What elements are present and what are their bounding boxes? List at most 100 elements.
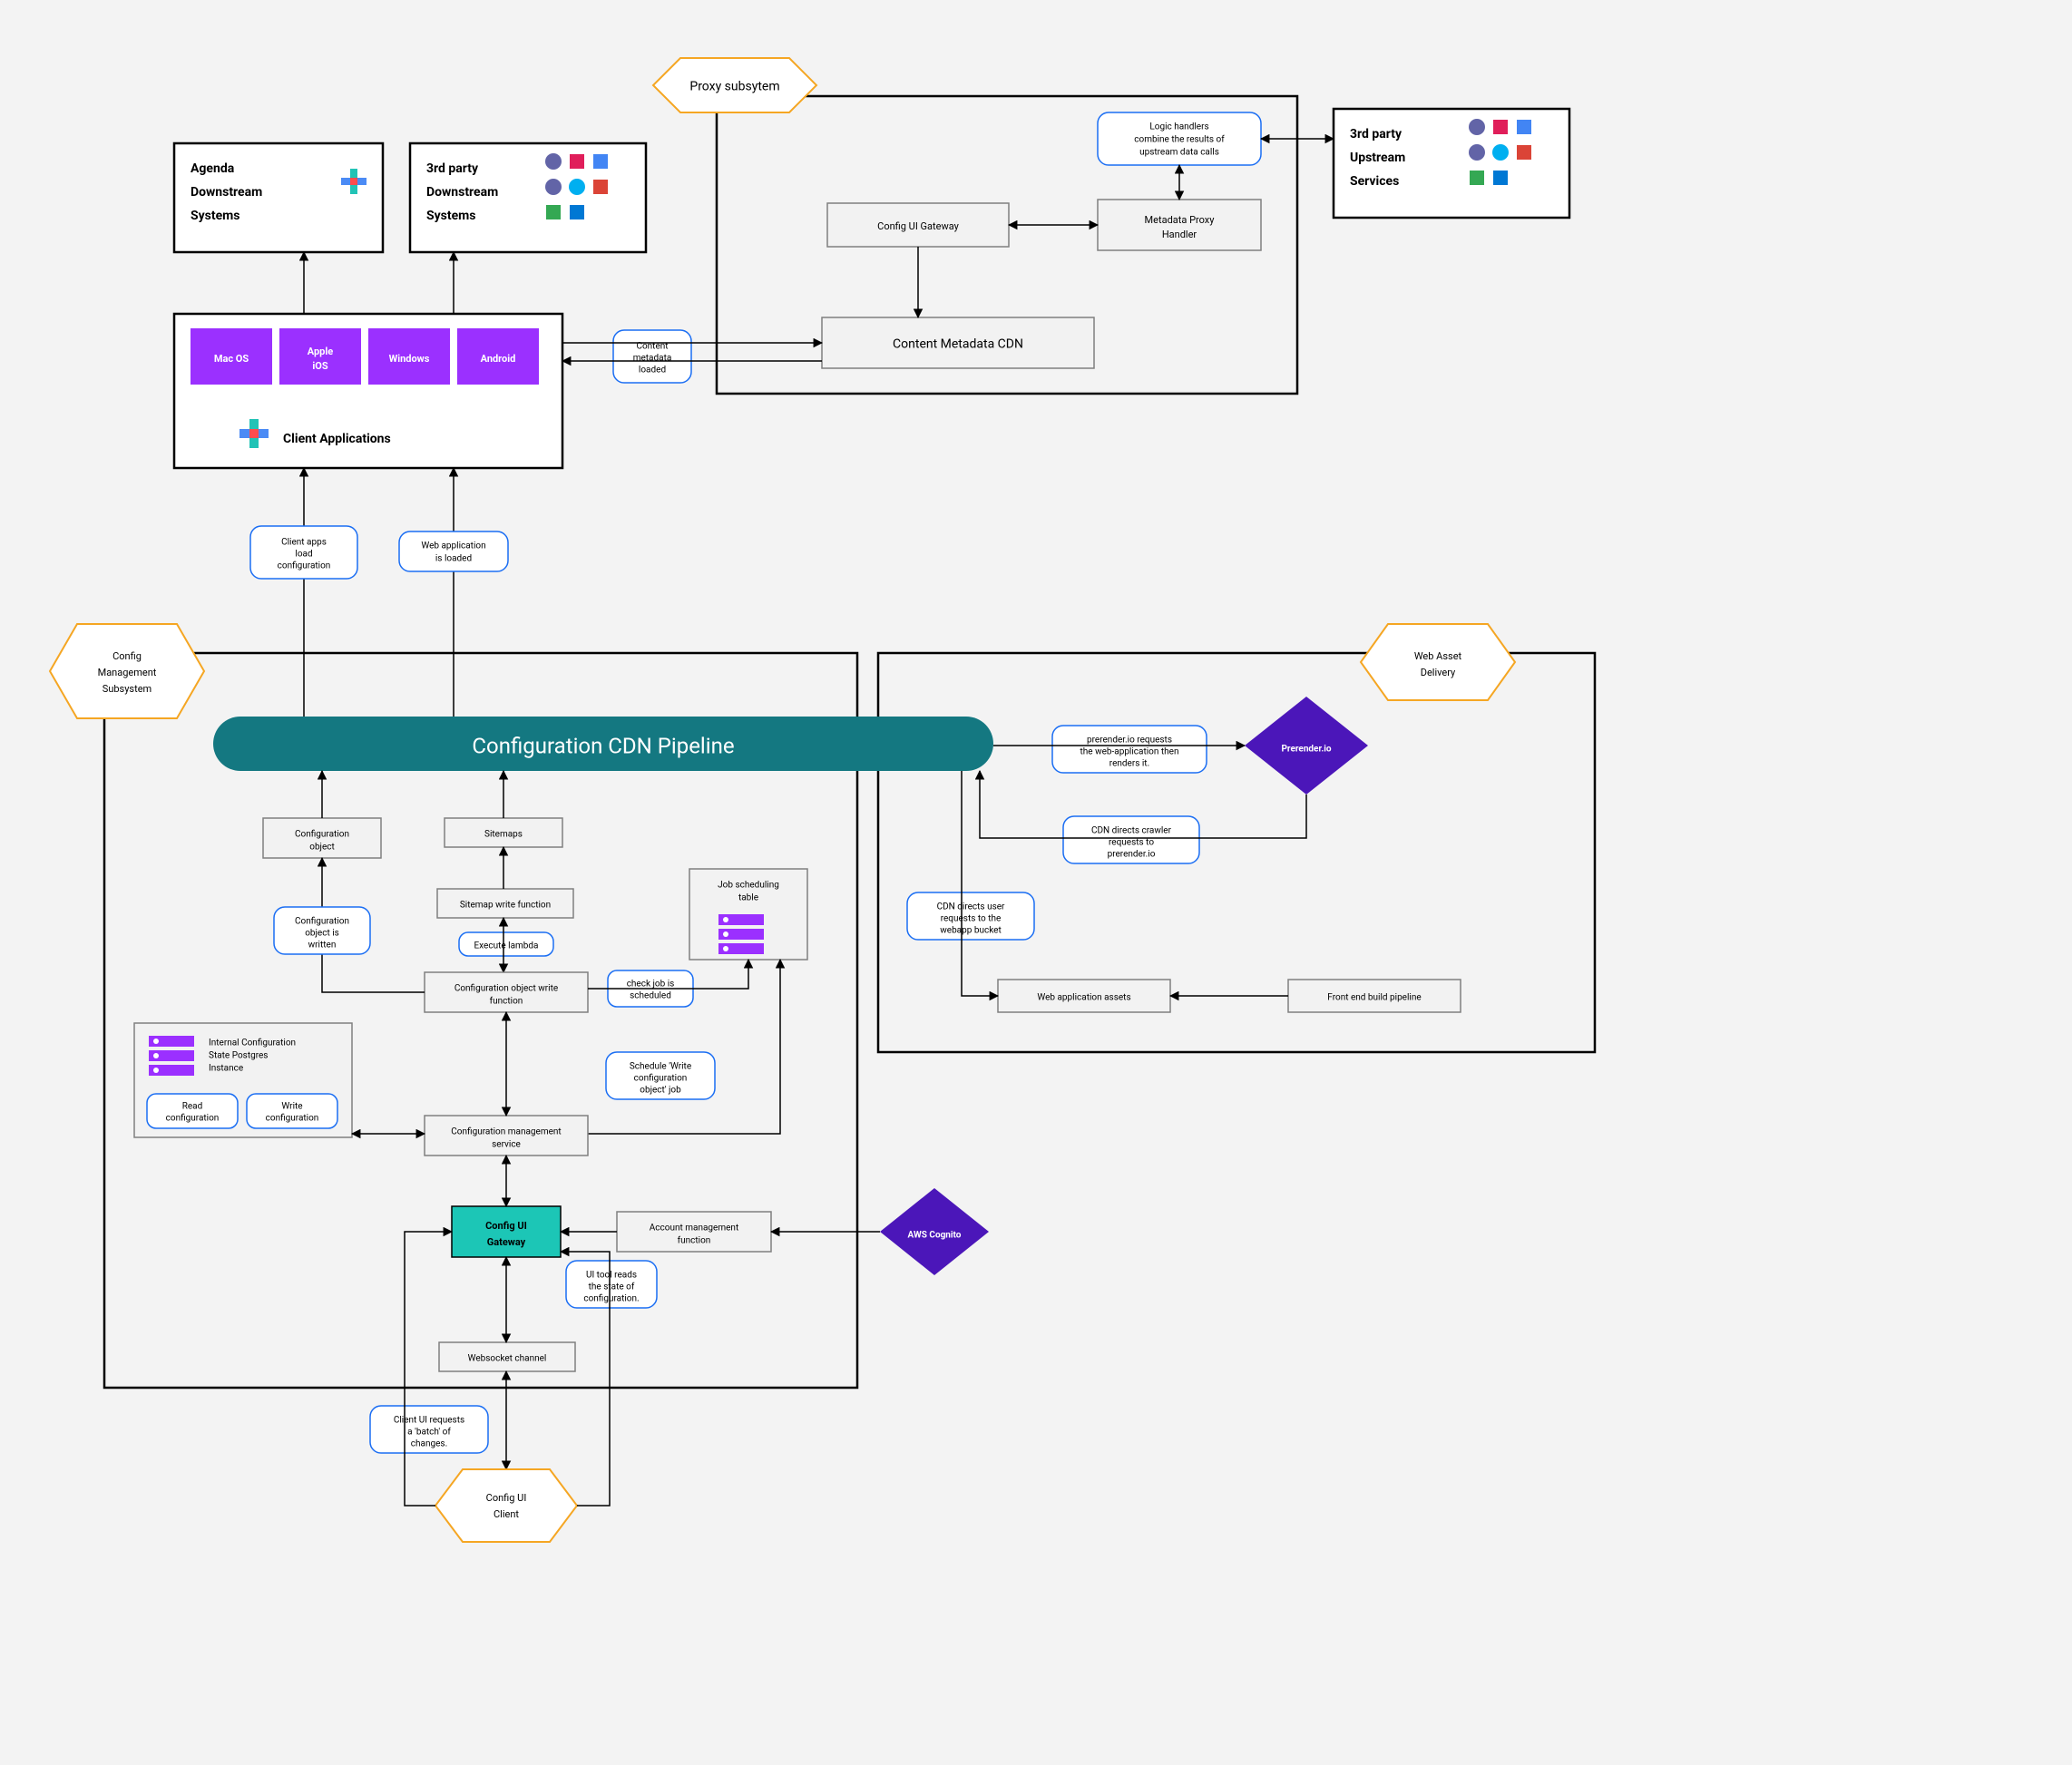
svg-text:Mac OS: Mac OS <box>214 353 249 365</box>
platform-android: Android <box>457 328 539 385</box>
platform-windows: Windows <box>368 328 450 385</box>
svg-text:Client apps: Client apps <box>281 538 327 548</box>
content-metadata-cdn: Content Metadata CDN <box>822 317 1094 368</box>
svg-text:Schedule 'Write: Schedule 'Write <box>630 1062 691 1072</box>
svg-text:is loaded: is loaded <box>435 554 472 564</box>
svg-text:load: load <box>295 550 312 560</box>
td-l2: Downstream <box>426 185 498 200</box>
config-ui-client-hex: Config UI Client <box>435 1469 577 1542</box>
proxy-hex-label: Proxy subsytem <box>653 58 816 112</box>
svg-text:requests to the: requests to the <box>941 914 1002 924</box>
ui-reads-annot: UI tool reads the state of configuration… <box>566 1261 657 1308</box>
svg-text:Android: Android <box>481 353 516 365</box>
svg-text:Read: Read <box>182 1102 203 1112</box>
svg-text:Instance: Instance <box>209 1064 243 1074</box>
svg-text:configuration: configuration <box>634 1073 688 1084</box>
svg-text:the web-application then: the web-application then <box>1080 747 1179 757</box>
svg-text:written: written <box>308 941 337 951</box>
svg-text:prerender.io requests: prerender.io requests <box>1087 736 1172 746</box>
svg-text:Configuration: Configuration <box>295 829 349 840</box>
websocket-box: Websocket channel <box>439 1342 575 1371</box>
svg-text:Apple: Apple <box>308 346 334 357</box>
tu-l1: 3rd party <box>1350 127 1403 141</box>
account-mgmt-box: Account management function <box>617 1212 771 1252</box>
svg-text:changes.: changes. <box>411 1439 447 1449</box>
metadata-proxy-handler: Metadata Proxy Handler <box>1098 200 1261 250</box>
svg-text:Windows: Windows <box>389 353 430 365</box>
agenda-line1: Agenda <box>191 161 235 176</box>
prerender-diamond: Prerender.io <box>1245 697 1368 795</box>
platform-ios: Apple iOS <box>279 328 361 385</box>
td-l1: 3rd party <box>426 161 479 176</box>
svg-text:Config UI: Config UI <box>486 1492 527 1504</box>
svg-text:function: function <box>490 996 523 1007</box>
svg-text:CDN directs crawler: CDN directs crawler <box>1091 826 1172 836</box>
sitemap-write-box: Sitemap write function <box>437 889 573 918</box>
svg-text:function: function <box>678 1235 711 1246</box>
client-apps-label: Client Applications <box>283 432 391 446</box>
svg-text:Job scheduling: Job scheduling <box>718 881 779 891</box>
logic-handlers-annot: Logic handlers combine the results of up… <box>1098 112 1261 165</box>
svg-text:table: table <box>738 893 758 903</box>
web-asset-hex: Web Asset Delivery <box>1361 624 1515 700</box>
svg-text:Configuration CDN Pipeline: Configuration CDN Pipeline <box>472 733 734 758</box>
svg-text:Internal Configuration: Internal Configuration <box>209 1038 296 1048</box>
svg-text:Client: Client <box>494 1508 519 1520</box>
svg-text:Sitemaps: Sitemaps <box>484 830 523 840</box>
cdn-user-annot: CDN directs user requests to the webapp … <box>907 892 1034 940</box>
svg-text:Metadata Proxy: Metadata Proxy <box>1145 214 1216 226</box>
svg-text:a 'batch' of: a 'batch' of <box>407 1427 451 1438</box>
svg-text:Front end build pipeline: Front end build pipeline <box>1327 993 1421 1003</box>
agenda-downstream-box: Agenda Downstream Systems <box>174 143 383 252</box>
svg-text:Handler: Handler <box>1162 229 1197 240</box>
svg-text:Content Metadata CDN: Content Metadata CDN <box>893 337 1023 352</box>
sitemaps-box: Sitemaps <box>445 818 562 847</box>
svg-text:Web application: Web application <box>421 541 485 551</box>
svg-text:Account management: Account management <box>650 1224 738 1234</box>
svg-text:Gateway: Gateway <box>487 1236 526 1248</box>
web-assets-box: Web application assets <box>998 980 1170 1012</box>
svg-text:Web Asset: Web Asset <box>1414 650 1462 662</box>
svg-text:renders it.: renders it. <box>1109 759 1149 769</box>
svg-text:requests to: requests to <box>1109 838 1154 848</box>
config-obj-written-annot: Configuration object is written <box>274 907 370 954</box>
svg-text:Web application assets: Web application assets <box>1037 993 1130 1003</box>
config-mgmt-hex: Config Management Subsystem <box>50 624 204 718</box>
svg-text:Config UI: Config UI <box>485 1220 527 1232</box>
svg-text:metadata: metadata <box>633 354 672 364</box>
svg-text:Write: Write <box>281 1102 302 1112</box>
svg-text:CDN directs user: CDN directs user <box>937 902 1005 912</box>
svg-text:upstream data calls: upstream data calls <box>1139 148 1219 158</box>
svg-text:the state of: the state of <box>589 1282 635 1292</box>
client-apps-load-annot: Client apps load configuration <box>250 526 357 579</box>
database-icon <box>718 914 764 954</box>
svg-text:configuration.: configuration. <box>583 1293 639 1304</box>
svg-text:Config UI Gateway: Config UI Gateway <box>877 220 959 232</box>
client-batch-annot: Client UI requests a 'batch' of changes. <box>370 1406 488 1453</box>
postgres-instance-box: Internal Configuration State Postgres In… <box>134 1023 352 1137</box>
content-loaded-annot: Content metadata loaded <box>613 330 691 383</box>
svg-text:loaded: loaded <box>639 366 666 375</box>
config-ui-gateway-proxy: Config UI Gateway <box>827 203 1009 247</box>
webapp-loaded-annot: Web application is loaded <box>399 531 508 571</box>
svg-text:Management: Management <box>98 667 157 678</box>
svg-text:object is: object is <box>305 929 339 939</box>
svg-text:State Postgres: State Postgres <box>209 1051 268 1061</box>
svg-text:webapp bucket: webapp bucket <box>940 926 1002 936</box>
config-mgmt-service-box: Configuration management service <box>425 1116 588 1156</box>
svg-text:Execute lambda: Execute lambda <box>474 941 539 951</box>
thirdparty-upstream-box: 3rd party Upstream Services <box>1334 109 1569 218</box>
svg-text:AWS Cognito: AWS Cognito <box>908 1231 962 1241</box>
job-scheduling-box: Job scheduling table <box>689 869 807 960</box>
svg-text:configuration: configuration <box>166 1113 220 1124</box>
td-l3: Systems <box>426 209 475 223</box>
svg-text:configuration: configuration <box>278 561 331 571</box>
svg-text:Delivery: Delivery <box>1421 667 1456 678</box>
svg-text:combine the results of: combine the results of <box>1134 134 1225 145</box>
svg-text:Config: Config <box>112 650 142 662</box>
svg-text:Sitemap write function: Sitemap write function <box>460 900 551 911</box>
svg-text:Configuration management: Configuration management <box>451 1126 561 1137</box>
config-cdn-pill: Configuration CDN Pipeline <box>213 717 993 771</box>
svg-text:Websocket channel: Websocket channel <box>468 1354 547 1364</box>
svg-text:configuration: configuration <box>266 1113 319 1124</box>
